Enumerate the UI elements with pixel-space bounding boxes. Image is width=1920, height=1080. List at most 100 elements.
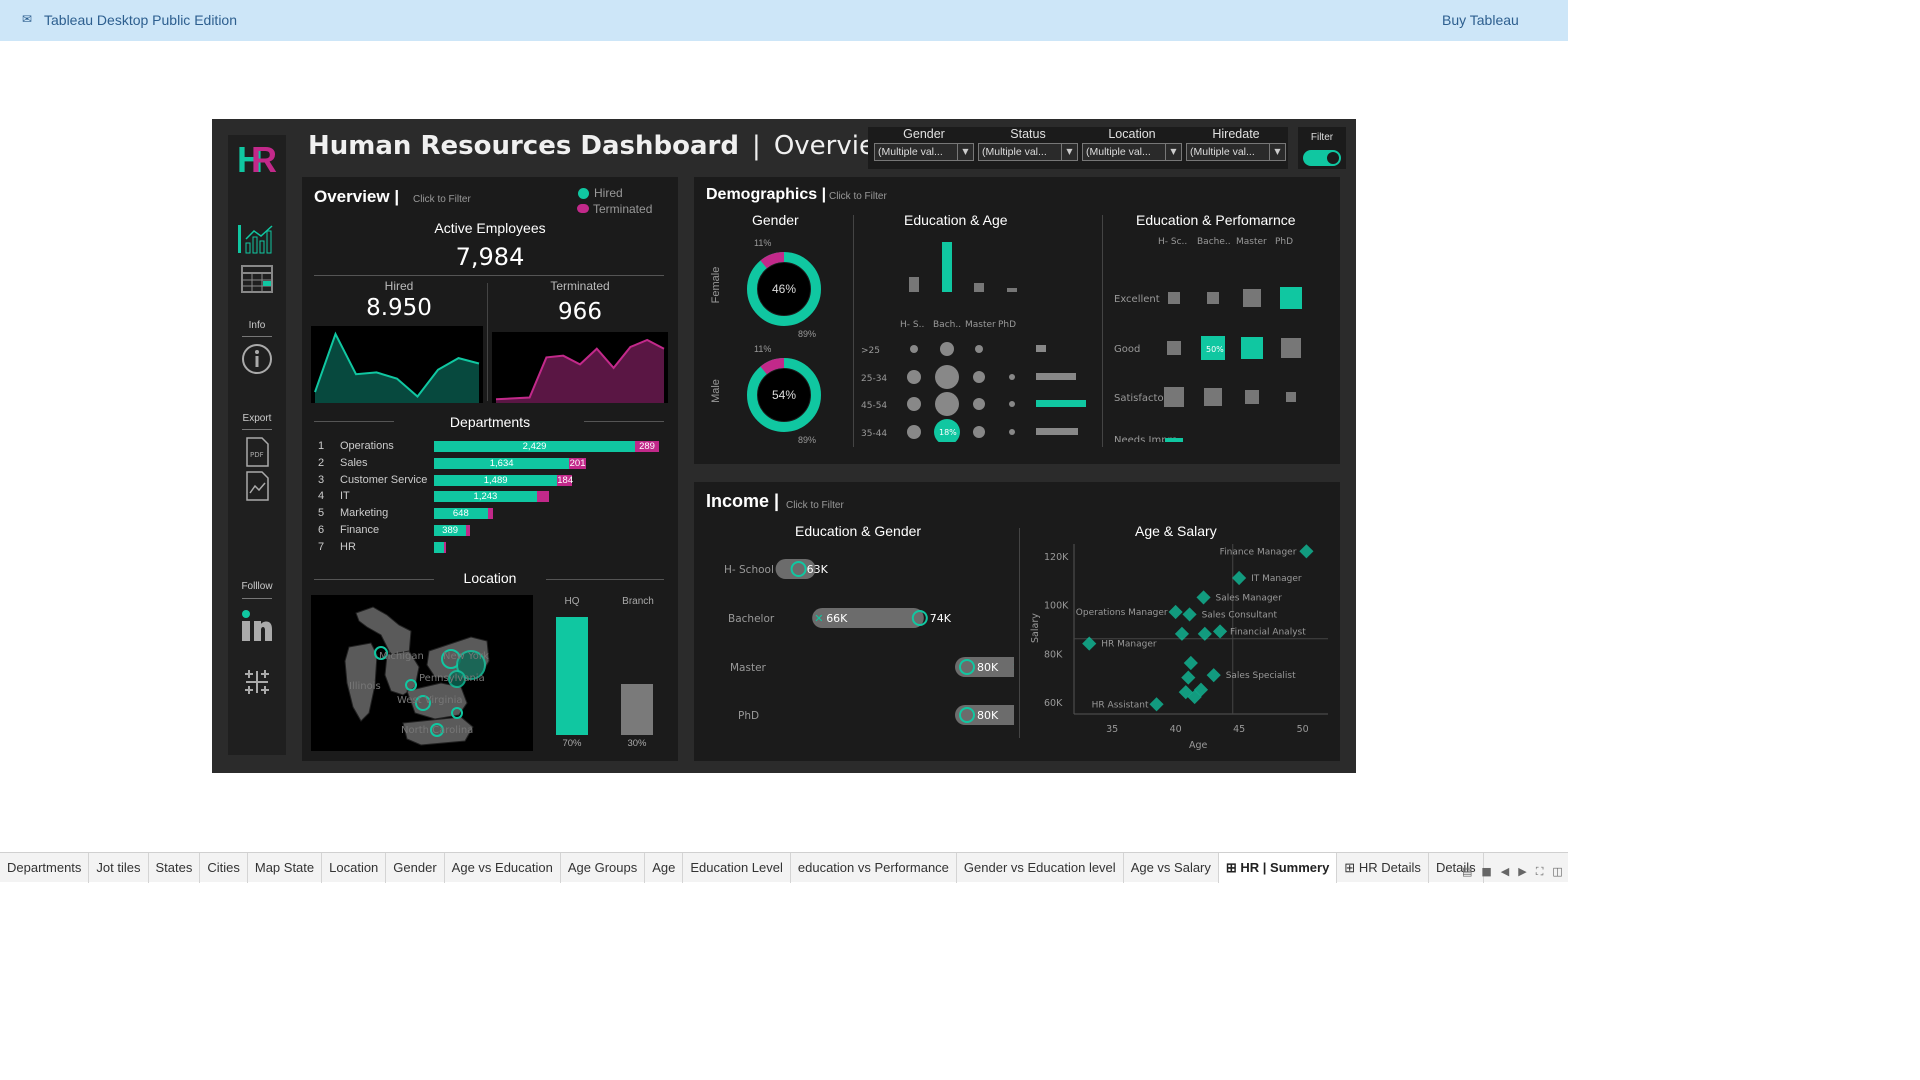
sheet-tab[interactable]: Cities xyxy=(200,853,248,883)
age-education-bubble[interactable] xyxy=(973,426,985,438)
terminated-bar[interactable]: 184 xyxy=(557,474,573,486)
male-salary-mark[interactable]: ✕ xyxy=(1012,661,1014,674)
age-education-bubble[interactable] xyxy=(940,342,954,356)
sheet-tab[interactable]: Education Level xyxy=(683,853,791,883)
performance-square[interactable] xyxy=(1204,388,1222,406)
chevron-down-icon[interactable]: ▼ xyxy=(1165,144,1181,160)
hired-bar[interactable]: 389 xyxy=(434,525,467,536)
department-row[interactable]: 3 Customer Service 1,489 184 xyxy=(314,473,664,489)
click-to-filter[interactable]: Click to Filter xyxy=(413,194,471,205)
status-dropdown[interactable]: (Multiple val... ▼ xyxy=(978,143,1078,161)
terminated-bar[interactable] xyxy=(487,508,494,520)
filter-toggle[interactable] xyxy=(1303,150,1341,166)
department-row[interactable]: 6 Finance 389 xyxy=(314,523,664,539)
age-education-bubble[interactable] xyxy=(910,345,918,353)
sheet-tab[interactable]: Map State xyxy=(248,853,323,883)
age-education-bubble[interactable] xyxy=(973,398,985,410)
hired-trend-chart[interactable] xyxy=(311,326,483,403)
chart-icon[interactable] xyxy=(228,223,286,255)
hired-bar[interactable]: 2,429 xyxy=(434,441,636,452)
hired-bar[interactable] xyxy=(434,541,444,553)
hiredate-dropdown[interactable]: (Multiple val... ▼ xyxy=(1186,143,1286,161)
education-age-chart[interactable]: H- S..Bach..MasterPhD>2525-3445-5435-445… xyxy=(859,232,1099,442)
sheet-tab[interactable]: Location xyxy=(322,853,387,883)
sheet-tab[interactable]: States xyxy=(149,853,201,883)
chevron-down-icon[interactable]: ▼ xyxy=(1269,144,1285,160)
terminated-bar[interactable] xyxy=(466,525,471,536)
sheet-tab[interactable]: Age xyxy=(645,853,684,883)
sheet-tab[interactable]: Gender xyxy=(386,853,445,883)
age-salary-scatter[interactable]: 35 40 45 50 120K 100K 80K 60K Age Salary Finance M… xyxy=(1028,544,1334,754)
performance-square[interactable] xyxy=(1243,289,1261,307)
education-bar[interactable] xyxy=(974,283,984,292)
sheet-tab[interactable]: Age vs Salary xyxy=(1124,853,1219,883)
scatter-point[interactable] xyxy=(1168,604,1183,620)
education-bar[interactable] xyxy=(909,277,919,292)
tableau-public-icon[interactable] xyxy=(228,667,286,697)
performance-square[interactable] xyxy=(1207,292,1219,304)
scatter-point[interactable] xyxy=(1181,670,1196,685)
pdf-export-icon[interactable]: PDF xyxy=(228,437,286,467)
age-education-bubble[interactable] xyxy=(935,365,959,389)
scatter-point[interactable] xyxy=(1299,544,1314,559)
sheet-tab[interactable]: education vs Performance xyxy=(791,853,957,883)
chevron-down-icon[interactable]: ▼ xyxy=(1061,144,1077,160)
age-education-bubble[interactable] xyxy=(907,370,921,384)
sheet-tab[interactable]: ⊞ HR Details xyxy=(1337,853,1429,883)
sheet-tab[interactable]: Age vs Education xyxy=(445,853,561,883)
sheet-tab[interactable]: Age Groups xyxy=(561,853,646,883)
chevron-down-icon[interactable]: ▼ xyxy=(957,144,973,160)
scatter-point[interactable] xyxy=(1206,668,1221,683)
department-row[interactable]: 5 Marketing 648 xyxy=(314,506,664,522)
performance-square[interactable] xyxy=(1165,438,1183,442)
branch-bar[interactable] xyxy=(621,684,653,735)
image-export-icon[interactable] xyxy=(228,471,286,501)
age-education-bubble[interactable] xyxy=(1009,429,1015,435)
scatter-point[interactable] xyxy=(1196,590,1211,605)
scatter-point[interactable] xyxy=(1212,624,1228,639)
performance-square[interactable] xyxy=(1167,341,1181,355)
performance-square[interactable] xyxy=(1164,387,1184,407)
scatter-point[interactable] xyxy=(1149,697,1164,712)
terminated-trend-chart[interactable] xyxy=(492,332,668,403)
linkedin-icon[interactable] xyxy=(228,609,286,641)
performance-square[interactable] xyxy=(1281,338,1301,358)
hq-bar[interactable] xyxy=(556,617,588,735)
age-group-bar[interactable] xyxy=(1036,373,1076,380)
age-education-bubble[interactable] xyxy=(973,371,985,383)
terminated-bar[interactable]: 289 xyxy=(635,441,659,452)
terminated-bar[interactable] xyxy=(536,491,550,503)
male-salary-mark[interactable]: ✕ xyxy=(814,612,823,625)
performance-square[interactable] xyxy=(1286,392,1296,402)
sheet-tab[interactable]: Gender vs Education level xyxy=(957,853,1124,883)
sheet-tab[interactable]: Departments xyxy=(0,853,90,883)
department-row[interactable]: 2 Sales 1,634 201 xyxy=(314,456,664,472)
performance-square[interactable] xyxy=(1280,287,1302,309)
location-dropdown[interactable]: (Multiple val... ▼ xyxy=(1082,143,1182,161)
location-map[interactable]: Michigan New York Illinois Pennsylvania … xyxy=(311,595,533,751)
hired-bar[interactable]: 1,634 xyxy=(434,457,570,469)
age-education-bubble[interactable] xyxy=(907,425,921,439)
age-education-bubble[interactable] xyxy=(1009,374,1015,380)
performance-square[interactable] xyxy=(1241,337,1263,359)
age-education-bubble[interactable] xyxy=(975,345,983,353)
tab-nav-controls[interactable]: ▤■◀▶⛶◫ xyxy=(1462,865,1572,879)
education-bar[interactable] xyxy=(1007,288,1017,292)
scatter-point[interactable] xyxy=(1183,655,1198,671)
department-row[interactable]: 1 Operations 2,429 289 xyxy=(314,439,664,455)
scatter-point[interactable] xyxy=(1182,607,1197,622)
hired-bar[interactable]: 1,243 xyxy=(434,491,537,503)
table-icon[interactable] xyxy=(228,265,286,293)
department-row[interactable]: 7 HR xyxy=(314,540,664,556)
buy-tableau-link[interactable]: Buy Tableau xyxy=(1442,12,1519,28)
education-bar[interactable] xyxy=(942,242,952,292)
scatter-point[interactable] xyxy=(1232,570,1247,586)
performance-square[interactable] xyxy=(1245,390,1259,404)
hired-bar[interactable]: 1,489 xyxy=(434,474,558,486)
age-group-bar[interactable] xyxy=(1036,400,1086,407)
gender-dropdown[interactable]: (Multiple val... ▼ xyxy=(874,143,974,161)
terminated-bar[interactable]: 201 xyxy=(569,457,586,469)
hired-bar[interactable]: 648 xyxy=(434,508,488,520)
age-group-bar[interactable] xyxy=(1036,345,1046,352)
department-row[interactable]: 4 IT 1,243 xyxy=(314,489,664,505)
